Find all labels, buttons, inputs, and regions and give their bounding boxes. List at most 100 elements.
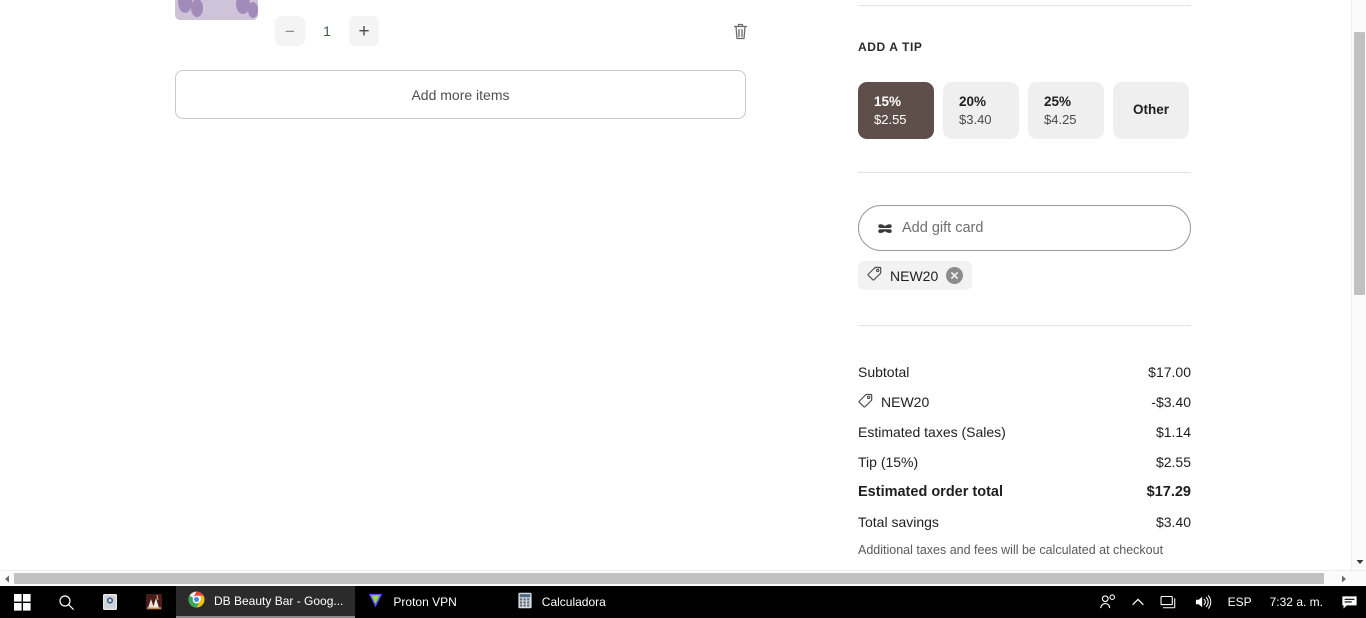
tip-option-25[interactable]: 25% $4.25 [1028, 82, 1104, 139]
browser-viewport: − 1 + Add more items ADD A TIP 15% $2.55 [0, 0, 1366, 586]
system-tray: ESP 7:32 a. m. [1091, 586, 1366, 618]
app-icon [103, 594, 117, 610]
gift-card-input[interactable] [902, 220, 1172, 236]
discount-code-label: NEW20 [890, 267, 939, 284]
summary-top-divider [858, 5, 1191, 6]
tip-option-15[interactable]: 15% $2.55 [858, 82, 934, 139]
windows-start-icon [13, 593, 31, 611]
search-icon [58, 594, 74, 610]
increase-quantity-button[interactable]: + [349, 16, 379, 46]
taskbar-app-label: Calculadora [541, 595, 606, 609]
tip-option-other[interactable]: Other [1113, 82, 1189, 139]
tip-section-divider [858, 172, 1191, 173]
summary-row-tip: Tip (15%) $2.55 [858, 447, 1191, 477]
search-button[interactable] [44, 586, 88, 618]
summary-row-value: $2.55 [1155, 454, 1191, 470]
summary-row-label: Estimated order total [858, 484, 1004, 500]
proton-vpn-icon-glyph [369, 593, 383, 608]
horizontal-scrollbar-thumb[interactable] [14, 573, 1324, 584]
summary-row-order-total: Estimated order total $17.29 [858, 477, 1191, 507]
calculator-icon-glyph [518, 592, 532, 609]
delete-item-button[interactable] [727, 18, 753, 44]
summary-row-value: $17.00 [1148, 364, 1191, 380]
app-icon-2 [146, 594, 162, 610]
chevron-up-icon [1132, 598, 1144, 605]
vertical-scrollbar-thumb[interactable] [1354, 32, 1365, 295]
horizontal-scrollbar[interactable] [0, 570, 1366, 586]
summary-row-label: Tip (15%) [858, 454, 919, 470]
gift-card-icon [877, 222, 893, 235]
add-a-tip-heading: ADD A TIP [858, 40, 923, 54]
cart-line-item: − 1 + [175, 0, 747, 62]
order-summary-rows: Subtotal $17.00 NEW20 -$3.40 Estimated t [858, 357, 1191, 537]
summary-row-total-savings: Total savings $3.40 [858, 507, 1191, 537]
windows-taskbar: DB Beauty Bar - Goog... Proton VPN Calcu… [0, 586, 1366, 618]
summary-divider [858, 325, 1191, 326]
taskbar-app-label: DB Beauty Bar - Goog... [214, 594, 344, 608]
pinned-app-button-2[interactable] [132, 586, 176, 618]
product-thumbnail[interactable] [175, 0, 258, 20]
gift-card-icon-glyph [878, 223, 892, 233]
people-button[interactable] [1091, 586, 1124, 618]
taskbar-app-calculator[interactable]: Calculadora [505, 586, 618, 618]
discount-tag-icon [858, 393, 873, 411]
chrome-icon-glyph [188, 591, 205, 608]
taskbar-app-chrome[interactable]: DB Beauty Bar - Goog... [176, 586, 356, 618]
summary-row-label: Estimated taxes (Sales) [858, 424, 1006, 440]
tip-options-group: 15% $2.55 20% $3.40 25% $4.25 Other [858, 82, 1189, 139]
pinned-app-button[interactable] [88, 586, 132, 618]
close-icon [951, 271, 959, 280]
tip-percent-label: 20% [959, 93, 987, 109]
summary-row-discount: NEW20 -$3.40 [858, 387, 1191, 417]
discount-tag-icon [867, 266, 882, 286]
add-more-items-button[interactable]: Add more items [175, 70, 746, 119]
tip-amount-label: $2.55 [874, 111, 907, 127]
discount-tag-icon-glyph [858, 393, 873, 408]
summary-row-value: -$3.40 [1151, 394, 1191, 410]
notifications-icon [1342, 595, 1357, 608]
tip-amount-label: $4.25 [1044, 111, 1077, 127]
summary-row-value: $3.40 [1155, 514, 1191, 530]
summary-row-subtotal: Subtotal $17.00 [858, 357, 1191, 387]
remove-discount-button[interactable] [946, 267, 964, 284]
notifications-button[interactable] [1333, 586, 1366, 618]
summary-row-taxes: Estimated taxes (Sales) $1.14 [858, 417, 1191, 447]
show-hidden-icons-button[interactable] [1124, 586, 1152, 618]
vertical-scrollbar[interactable] [1351, 0, 1366, 570]
summary-row-label: NEW20 [881, 394, 930, 410]
chevron-left-icon [5, 575, 9, 582]
summary-row-label: Subtotal [858, 364, 910, 380]
network-button[interactable] [1152, 586, 1186, 618]
gift-card-field[interactable] [858, 205, 1191, 251]
decrease-quantity-button[interactable]: − [275, 16, 305, 46]
start-button[interactable] [0, 586, 44, 618]
tip-percent-label: 15% [874, 93, 902, 109]
discount-code-chip: NEW20 [858, 261, 973, 290]
tip-option-20[interactable]: 20% $3.40 [943, 82, 1019, 139]
chevron-down-icon [1356, 560, 1363, 564]
scroll-left-arrow[interactable] [0, 571, 14, 586]
tip-amount-label: $3.40 [959, 111, 992, 127]
taskbar-app-proton-vpn[interactable]: Proton VPN [355, 586, 468, 618]
proton-vpn-icon [367, 592, 384, 612]
network-icon [1160, 595, 1175, 608]
discount-tag-icon-glyph [867, 266, 882, 281]
scroll-down-arrow[interactable] [1352, 554, 1366, 570]
chevron-right-icon [1342, 575, 1346, 582]
calculator-icon [517, 592, 533, 612]
clock[interactable]: 7:32 a. m. [1260, 586, 1333, 618]
language-indicator[interactable]: ESP [1220, 586, 1260, 618]
trash-icon [733, 23, 747, 40]
summary-row-label: Total savings [858, 514, 939, 530]
lavender-soap-image [175, 0, 258, 20]
summary-row-label-wrapper: NEW20 [858, 393, 929, 411]
quantity-stepper: − 1 + [275, 16, 379, 46]
tip-percent-label: 25% [1044, 93, 1072, 109]
scroll-right-arrow[interactable] [1337, 571, 1351, 586]
page-content: − 1 + Add more items ADD A TIP 15% $2.55 [0, 0, 1352, 570]
summary-footnote: Additional taxes and fees will be calcul… [858, 543, 1164, 557]
chrome-icon [188, 591, 205, 611]
tip-percent-label: Other [1132, 102, 1169, 118]
people-icon [1099, 594, 1115, 609]
volume-button[interactable] [1186, 586, 1220, 618]
